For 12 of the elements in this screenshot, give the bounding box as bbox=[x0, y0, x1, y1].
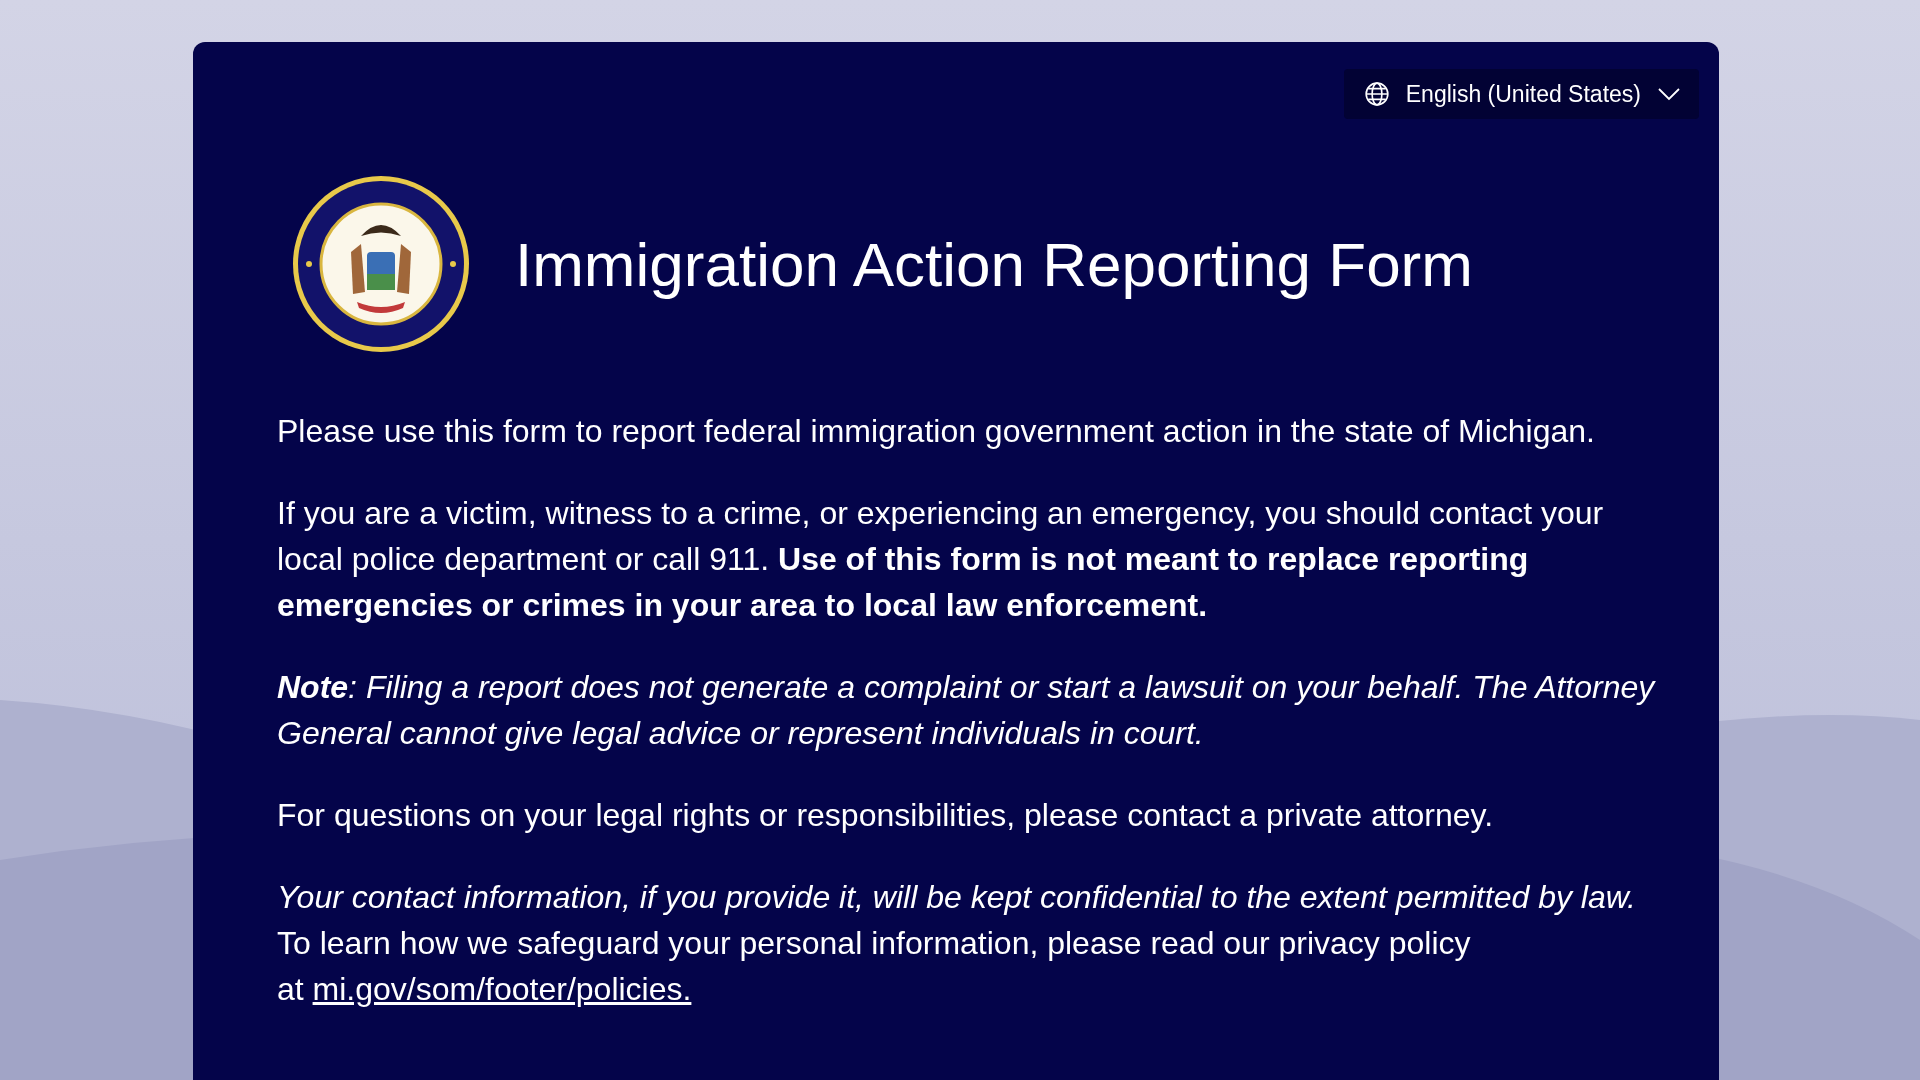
intro-paragraph: If you are a victim, witness to a crime, or experiencing an emergency, you should contact your local police department or call 911. Use of this form is not meant to replace reporting emergencies or crimes in your area to local law enforcement. bbox=[277, 494, 1605, 625]
globe-icon bbox=[1363, 81, 1390, 107]
seal-icon bbox=[291, 174, 471, 354]
intro-paragraph: Please use this form to report federal immigration government action in the state of Michigan. bbox=[277, 412, 1596, 451]
form-title: Immigration Action Reporting Form bbox=[515, 228, 1473, 300]
privacy-policy-link[interactable]: mi.gov/som/footer/policies. bbox=[312, 971, 692, 1007]
confidentiality-notice: Your contact information, if you provide it, will be kept confidential to the extent permitted by law. bbox=[277, 878, 1637, 917]
chevron-down-icon bbox=[1657, 87, 1681, 101]
intro-paragraph: For questions on your legal rights or responsibilities, please contact a private attorney. bbox=[277, 796, 1495, 835]
language-selector[interactable]: English (United States) bbox=[1343, 69, 1699, 119]
privacy-text: To learn how we safeguard your personal information, please read our privacy policy at mi.gov/som/footer/policies. bbox=[277, 924, 1472, 1009]
intro-paragraph: Note: Filing a report does not generate a complaint or start a lawsuit on your behalf. The Attorney General cannot give legal advice or represent individuals in court. bbox=[277, 668, 1657, 753]
